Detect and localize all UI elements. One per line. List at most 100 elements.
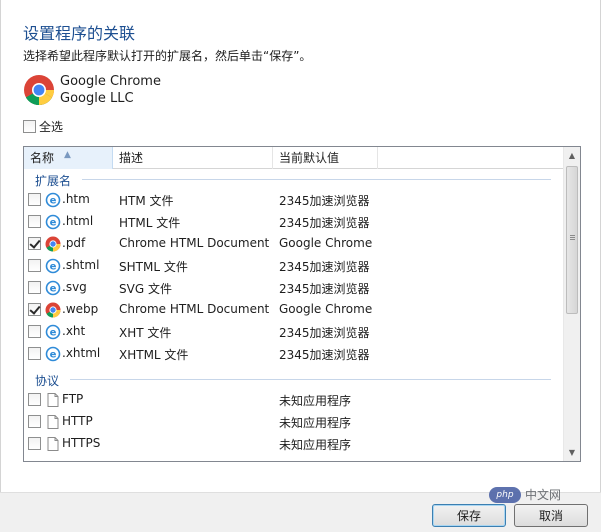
row-default: Google Chrome <box>279 302 373 316</box>
watermark: php 中文网 <box>489 486 561 503</box>
file-icon <box>47 437 59 451</box>
list-item[interactable]: .webp Chrome HTML Document Google Chrome <box>24 299 563 321</box>
ie-icon: e <box>45 214 61 230</box>
scroll-up-icon[interactable]: ▲ <box>564 147 580 164</box>
list-item[interactable]: e .htm HTM 文件 2345加速浏览器 <box>24 189 563 211</box>
list-item[interactable]: .pdf Chrome HTML Document Google Chrome <box>24 233 563 255</box>
row-description: XHT 文件 <box>119 326 172 340</box>
row-name: HTTPS <box>62 436 101 450</box>
list-item[interactable]: e .svg SVG 文件 2345加速浏览器 <box>24 277 563 299</box>
row-default: Google Chrome <box>279 236 373 250</box>
row-name: .shtml <box>62 258 100 272</box>
ie-icon: e <box>45 324 61 340</box>
ie-icon: e <box>45 280 61 296</box>
row-description: XHTML 文件 <box>119 348 189 362</box>
row-description: HTM 文件 <box>119 194 174 208</box>
file-icon <box>47 393 59 407</box>
row-checkbox[interactable] <box>28 325 41 338</box>
select-all-label: 全选 <box>39 120 64 134</box>
svg-text:e: e <box>50 284 57 295</box>
svg-text:e: e <box>50 218 57 229</box>
row-name: .pdf <box>62 236 86 250</box>
group-label: 扩展名 <box>35 174 72 188</box>
list-item[interactable]: e .html HTML 文件 2345加速浏览器 <box>24 211 563 233</box>
row-name: .xhtml <box>62 346 101 360</box>
row-description: Chrome HTML Document <box>119 302 270 316</box>
svg-text:e: e <box>50 350 57 361</box>
list-header: 名称 ▲ 描述 当前默认值 <box>24 147 563 169</box>
row-checkbox[interactable] <box>28 237 41 250</box>
app-name: Google Chrome <box>60 74 161 89</box>
group-header: 协议 <box>24 369 563 389</box>
chrome-icon <box>45 302 61 318</box>
scrollbar-thumb[interactable] <box>566 166 578 314</box>
row-description: SVG 文件 <box>119 282 172 296</box>
row-checkbox[interactable] <box>28 215 41 228</box>
ie-icon: e <box>45 192 61 208</box>
row-name: HTTP <box>62 414 93 428</box>
row-name: FTP <box>62 392 84 406</box>
grip-icon <box>570 235 575 236</box>
ie-icon: e <box>45 346 61 362</box>
row-name: .htm <box>62 192 90 206</box>
row-default: 2345加速浏览器 <box>279 260 370 274</box>
group-label: 协议 <box>35 374 60 388</box>
watermark-text: 中文网 <box>525 488 562 502</box>
scroll-down-icon[interactable]: ▼ <box>564 444 580 461</box>
row-default: 2345加速浏览器 <box>279 326 370 340</box>
column-header-default[interactable]: 当前默认值 <box>273 147 378 169</box>
row-checkbox[interactable] <box>28 281 41 294</box>
row-checkbox[interactable] <box>28 415 41 428</box>
row-default: 2345加速浏览器 <box>279 282 370 296</box>
row-description: SHTML 文件 <box>119 260 188 274</box>
app-vendor: Google LLC <box>60 91 134 106</box>
svg-text:e: e <box>50 328 57 339</box>
svg-text:e: e <box>50 262 57 273</box>
list-item[interactable]: e .shtml SHTML 文件 2345加速浏览器 <box>24 255 563 277</box>
list-item[interactable]: e .xhtml XHTML 文件 2345加速浏览器 <box>24 343 563 365</box>
row-checkbox[interactable] <box>28 393 41 406</box>
group-divider <box>82 179 551 180</box>
list-item[interactable]: HTTP 未知应用程序 <box>24 411 563 433</box>
ie-icon: e <box>45 258 61 274</box>
list-item[interactable]: FTP 未知应用程序 <box>24 389 563 411</box>
row-default: 未知应用程序 <box>279 416 352 430</box>
dialog-window: 设置程序的关联 选择希望此程序默认打开的扩展名，然后单击“保存”。 Google… <box>0 0 601 532</box>
instruction-text: 选择希望此程序默认打开的扩展名，然后单击“保存”。 <box>23 49 312 63</box>
row-name: .webp <box>62 302 99 316</box>
column-header-description[interactable]: 描述 <box>113 147 273 169</box>
row-name: .html <box>62 214 94 228</box>
row-name: .svg <box>62 280 87 294</box>
chrome-icon <box>45 236 61 252</box>
row-checkbox[interactable] <box>28 259 41 272</box>
row-checkbox[interactable] <box>28 347 41 360</box>
row-description: HTML 文件 <box>119 216 181 230</box>
php-logo: php <box>489 486 521 503</box>
chrome-icon <box>24 75 55 106</box>
row-default: 2345加速浏览器 <box>279 348 370 362</box>
column-header-name[interactable]: 名称 ▲ <box>24 147 113 169</box>
row-checkbox[interactable] <box>28 193 41 206</box>
save-button[interactable]: 保存 <box>432 504 506 527</box>
select-all-checkbox[interactable]: 全选 <box>23 118 63 135</box>
select-all-box[interactable] <box>23 120 36 133</box>
row-name: .xht <box>62 324 86 338</box>
file-icon <box>47 415 59 429</box>
row-description: Chrome HTML Document <box>119 236 270 250</box>
column-default-label: 当前默认值 <box>279 151 340 165</box>
cancel-button[interactable]: 取消 <box>514 504 588 527</box>
row-default: 未知应用程序 <box>279 394 352 408</box>
svg-text:e: e <box>50 196 57 207</box>
row-default: 未知应用程序 <box>279 438 352 452</box>
vertical-scrollbar[interactable]: ▲ ▼ <box>563 147 580 461</box>
column-name-label: 名称 <box>30 151 55 165</box>
group-divider <box>70 379 551 380</box>
row-checkbox[interactable] <box>28 437 41 450</box>
sort-ascending-icon: ▲ <box>64 150 71 160</box>
dialog-title: 设置程序的关联 <box>23 24 136 43</box>
list-item[interactable]: e .xht XHT 文件 2345加速浏览器 <box>24 321 563 343</box>
row-checkbox[interactable] <box>28 303 41 316</box>
list-item[interactable]: HTTPS 未知应用程序 <box>24 433 563 455</box>
row-default: 2345加速浏览器 <box>279 194 370 208</box>
association-list[interactable]: 名称 ▲ 描述 当前默认值 扩展名 e .htm HTM 文件 2345加速浏览器 e .h… <box>23 146 581 462</box>
